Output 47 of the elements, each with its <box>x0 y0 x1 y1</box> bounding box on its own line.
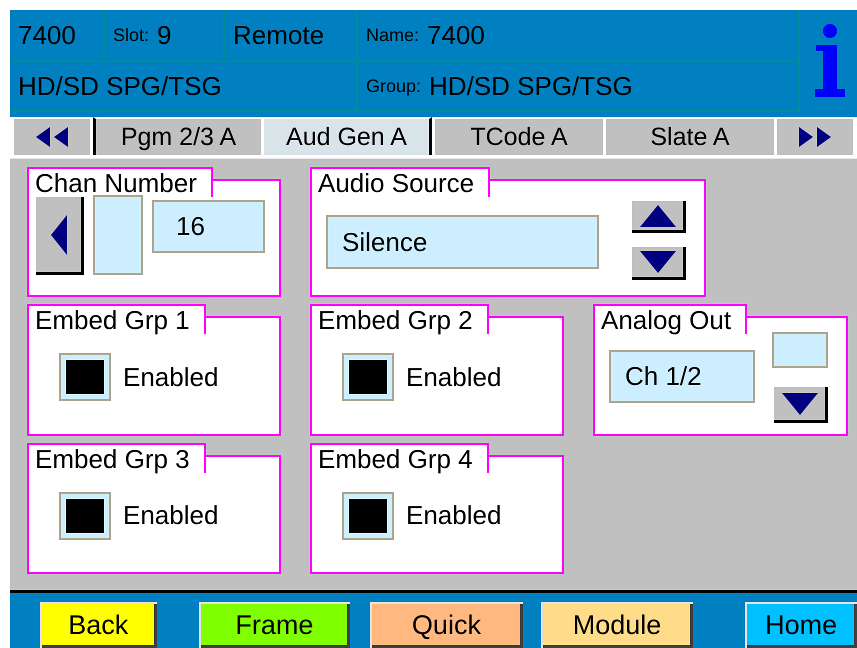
number-field[interactable]: 16 <box>152 200 265 253</box>
down-button[interactable] <box>630 244 686 280</box>
name-value: 7400 <box>427 20 485 50</box>
unit-number: 7400 <box>18 20 76 50</box>
group-label: Group: <box>366 76 422 96</box>
tab[interactable]: Aud Gen A <box>264 117 432 155</box>
number-slider-field[interactable] <box>93 195 143 275</box>
decrement-button[interactable] <box>34 195 84 275</box>
slot-label: Slot: <box>113 24 150 46</box>
checkbox-label: Enabled <box>406 362 502 392</box>
checkbox-label: Enabled <box>123 362 218 392</box>
checkbox[interactable] <box>342 492 394 540</box>
checkbox[interactable] <box>59 353 111 401</box>
left-triangle-icon <box>51 215 67 255</box>
checkbox-label: Enabled <box>123 500 218 531</box>
group-value: HD/SD SPG/TSG <box>429 70 633 102</box>
double-left-arrow-icon <box>34 127 70 147</box>
checkbox[interactable] <box>342 353 394 401</box>
dropdown-button[interactable] <box>772 385 828 423</box>
scroll-right-button[interactable] <box>777 117 853 155</box>
double-right-arrow-icon <box>797 127 833 147</box>
nav-button[interactable]: Frame <box>198 602 350 648</box>
mode-text: Remote <box>233 20 324 50</box>
scroll-left-button[interactable] <box>14 117 90 155</box>
panel-title: Embed Grp 1 <box>27 304 206 334</box>
panel-title: Analog Out <box>593 304 748 334</box>
slot-number: 9 <box>157 20 172 50</box>
tab[interactable]: TCode A <box>435 117 603 155</box>
tab[interactable]: Pgm 2/3 A <box>93 117 261 155</box>
value-field[interactable]: Silence <box>326 215 599 269</box>
panel-title: Embed Grp 2 <box>310 304 489 334</box>
tab[interactable]: Slate A <box>606 117 774 155</box>
value-field[interactable]: Ch 1/2 <box>609 350 755 403</box>
model-name: HD/SD SPG/TSG <box>18 70 222 102</box>
panel-title: Embed Grp 3 <box>27 443 206 473</box>
nav-button[interactable]: Quick <box>370 602 523 648</box>
panel-title: Embed Grp 4 <box>310 443 489 473</box>
checkbox[interactable] <box>59 492 111 540</box>
nav-button[interactable]: Home <box>745 602 857 648</box>
nav-button[interactable]: Back <box>40 602 157 648</box>
value-indicator <box>772 332 828 368</box>
up-button[interactable] <box>630 198 686 232</box>
panel-title: Audio Source <box>310 167 490 197</box>
panel-title: Chan Number <box>27 167 213 197</box>
checkbox-label: Enabled <box>406 500 502 531</box>
name-label: Name: <box>366 24 420 46</box>
nav-button[interactable]: Module <box>540 602 694 648</box>
